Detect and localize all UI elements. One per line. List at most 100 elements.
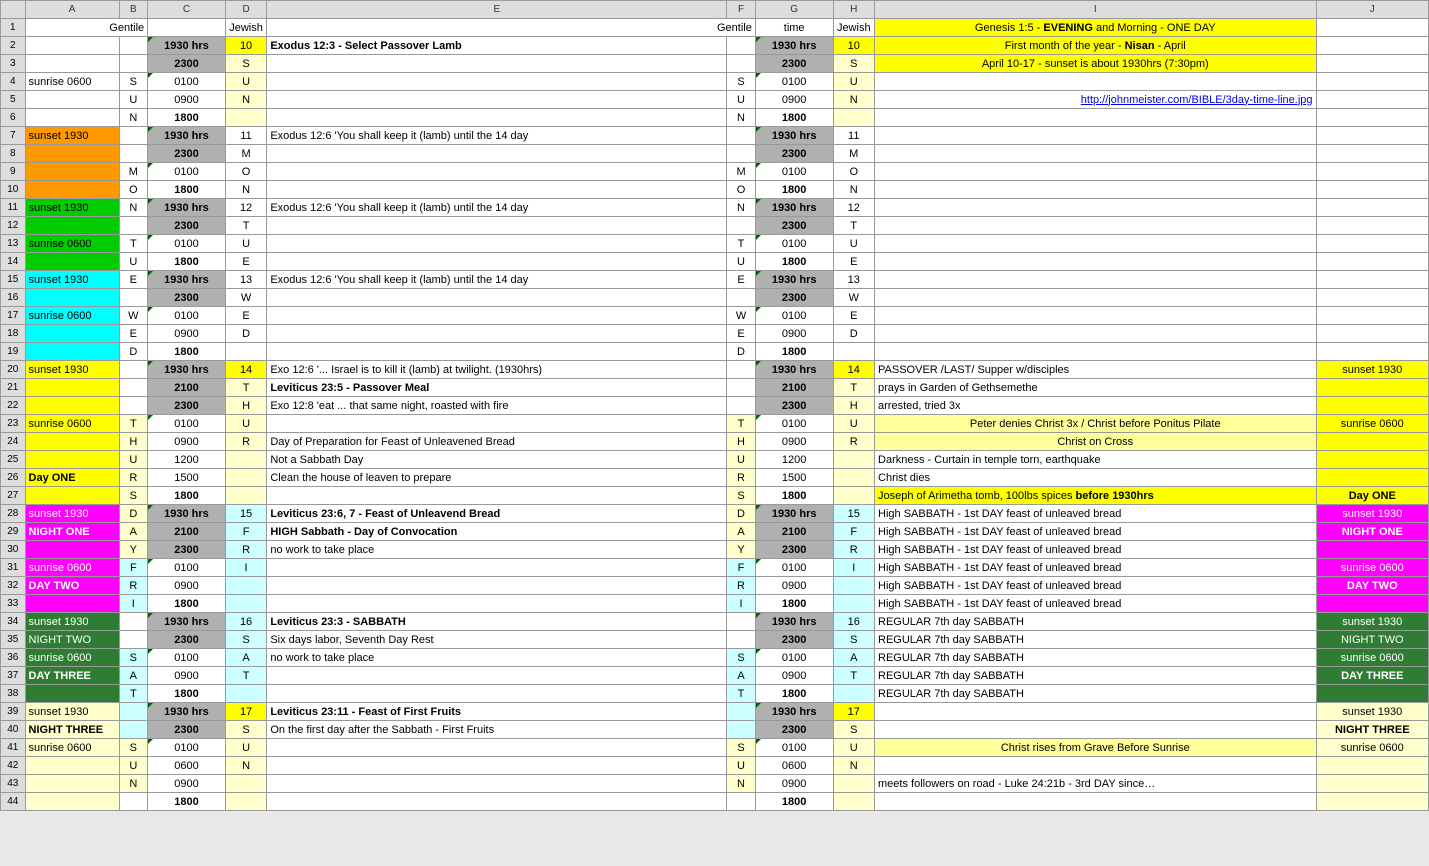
cell[interactable]: sunrise 0600 <box>25 235 119 253</box>
cell[interactable]: S <box>225 55 267 73</box>
cell[interactable] <box>727 379 756 397</box>
cell[interactable] <box>1316 451 1428 469</box>
cell[interactable]: Y <box>727 541 756 559</box>
cell[interactable]: 10 <box>833 37 875 55</box>
cell[interactable] <box>25 325 119 343</box>
cell[interactable]: N <box>833 91 875 109</box>
row-header[interactable]: 7 <box>1 127 26 145</box>
row-header[interactable]: 15 <box>1 271 26 289</box>
cell[interactable] <box>1316 37 1428 55</box>
cell[interactable]: Gentile <box>267 19 756 37</box>
cell[interactable] <box>267 91 727 109</box>
link[interactable]: http://johnmeister.com/BIBLE/3day-time-l… <box>1081 94 1313 106</box>
cell[interactable]: T <box>119 235 148 253</box>
cell[interactable]: HIGH Sabbath - Day of Convocation <box>267 523 727 541</box>
row-header[interactable]: 30 <box>1 541 26 559</box>
cell[interactable] <box>267 109 727 127</box>
cell[interactable] <box>25 37 119 55</box>
cell[interactable]: U <box>119 451 148 469</box>
cell[interactable]: http://johnmeister.com/BIBLE/3day-time-l… <box>875 91 1317 109</box>
cell[interactable]: F <box>727 559 756 577</box>
row-header[interactable]: 13 <box>1 235 26 253</box>
row-header[interactable]: 23 <box>1 415 26 433</box>
cell[interactable]: S <box>119 487 148 505</box>
cell[interactable] <box>1316 325 1428 343</box>
cell[interactable]: Exodus 12:6 'You shall keep it (lamb) un… <box>267 127 727 145</box>
cell[interactable]: F <box>225 523 267 541</box>
cell[interactable] <box>1316 91 1428 109</box>
cell[interactable]: 1800 <box>755 487 833 505</box>
cell[interactable]: N <box>225 181 267 199</box>
cell[interactable]: S <box>225 631 267 649</box>
cell[interactable]: U <box>727 451 756 469</box>
cell[interactable]: U <box>119 757 148 775</box>
cell[interactable] <box>875 163 1317 181</box>
cell[interactable]: M <box>727 163 756 181</box>
cell[interactable]: On the first day after the Sabbath - Fir… <box>267 721 727 739</box>
cell[interactable]: sunrise 0600 <box>25 649 119 667</box>
cell[interactable]: H <box>727 433 756 451</box>
cell[interactable]: 0900 <box>148 433 226 451</box>
col-header-E[interactable]: E <box>267 1 727 19</box>
cell[interactable]: E <box>727 271 756 289</box>
cell[interactable]: Peter denies Christ 3x / Christ before P… <box>875 415 1317 433</box>
cell[interactable] <box>225 685 267 703</box>
cell[interactable] <box>119 613 148 631</box>
cell[interactable]: 2300 <box>148 631 226 649</box>
cell[interactable]: 0600 <box>755 757 833 775</box>
cell[interactable] <box>25 343 119 361</box>
cell[interactable]: 1200 <box>148 451 226 469</box>
cell[interactable] <box>225 793 267 811</box>
row-header[interactable]: 38 <box>1 685 26 703</box>
cell[interactable]: no work to take place <box>267 541 727 559</box>
cell[interactable]: A <box>727 523 756 541</box>
cell[interactable]: 1930 hrs <box>148 613 226 631</box>
cell[interactable]: 0900 <box>148 325 226 343</box>
cell[interactable]: 1800 <box>148 487 226 505</box>
cell[interactable]: U <box>225 235 267 253</box>
cell[interactable]: T <box>119 685 148 703</box>
row-header[interactable]: 22 <box>1 397 26 415</box>
cell[interactable]: 11 <box>225 127 267 145</box>
cell[interactable]: O <box>119 181 148 199</box>
cell[interactable]: Leviticus 23:11 - Feast of First Fruits <box>267 703 727 721</box>
cell[interactable]: High SABBATH - 1st DAY feast of unleaved… <box>875 595 1317 613</box>
col-header-A[interactable]: A <box>25 1 119 19</box>
cell[interactable] <box>1316 793 1428 811</box>
cell[interactable] <box>1316 307 1428 325</box>
cell[interactable]: S <box>727 649 756 667</box>
row-header[interactable]: 1 <box>1 19 26 37</box>
cell[interactable]: sunset 1930 <box>25 505 119 523</box>
cell[interactable]: 2300 <box>148 217 226 235</box>
row-header[interactable]: 2 <box>1 37 26 55</box>
cell[interactable]: S <box>833 721 875 739</box>
cell[interactable]: T <box>119 415 148 433</box>
cell[interactable]: S <box>833 55 875 73</box>
cell[interactable]: sunrise 0600 <box>1316 649 1428 667</box>
cell[interactable] <box>25 109 119 127</box>
cell[interactable]: E <box>119 325 148 343</box>
cell[interactable]: 2100 <box>755 523 833 541</box>
row-header[interactable]: 34 <box>1 613 26 631</box>
row-header[interactable]: 4 <box>1 73 26 91</box>
cell[interactable]: T <box>727 235 756 253</box>
cell[interactable]: Exo 12:6 '... Israel is to kill it (lamb… <box>267 361 727 379</box>
cell[interactable] <box>727 631 756 649</box>
row-header[interactable]: 39 <box>1 703 26 721</box>
cell[interactable]: 0900 <box>755 325 833 343</box>
cell[interactable] <box>1316 271 1428 289</box>
cell[interactable] <box>119 289 148 307</box>
row-header[interactable]: 16 <box>1 289 26 307</box>
cell[interactable] <box>267 559 727 577</box>
cell[interactable]: no work to take place <box>267 649 727 667</box>
cell[interactable] <box>267 415 727 433</box>
row-header[interactable]: 17 <box>1 307 26 325</box>
cell[interactable]: Day ONE <box>1316 487 1428 505</box>
cell[interactable]: 2100 <box>148 523 226 541</box>
cell[interactable] <box>225 451 267 469</box>
cell[interactable]: 17 <box>225 703 267 721</box>
cell[interactable] <box>25 775 119 793</box>
cell[interactable]: 2300 <box>755 631 833 649</box>
cell[interactable]: 0900 <box>755 91 833 109</box>
cell[interactable]: S <box>119 649 148 667</box>
